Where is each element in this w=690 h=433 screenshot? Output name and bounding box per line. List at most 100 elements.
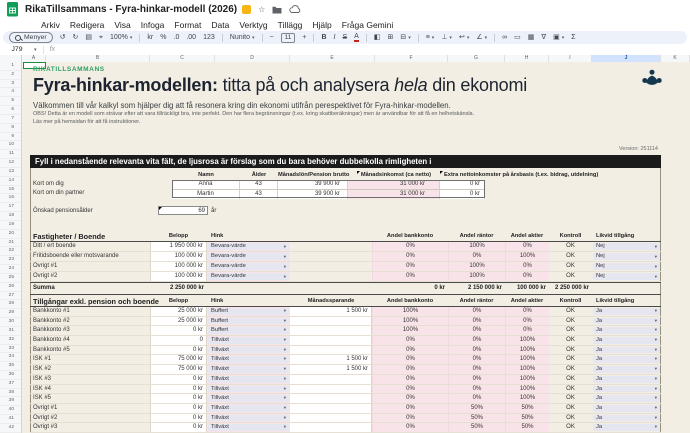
share-stocks-cell[interactable]: 100%: [505, 346, 549, 355]
share-stocks-cell[interactable]: 100%: [505, 365, 549, 374]
share-stocks-cell[interactable]: 50%: [505, 404, 549, 413]
bucket-dropdown[interactable]: Bevara-värde▾: [208, 253, 289, 260]
amount-cell[interactable]: 0 kr: [150, 326, 207, 335]
monthly-savings-cell[interactable]: [290, 404, 372, 413]
share-bank-cell[interactable]: 0%: [372, 252, 448, 261]
extra-income-cell[interactable]: 0 kr: [440, 189, 485, 199]
row-header-42[interactable]: 42: [0, 424, 21, 433]
bucket-dropdown[interactable]: Buffert▾: [208, 318, 289, 325]
bucket-dropdown[interactable]: Tillväxt▾: [208, 386, 289, 393]
bucket-dropdown[interactable]: Bevara-värde▾: [208, 263, 289, 270]
share-stocks-cell[interactable]: 100%: [505, 394, 549, 403]
name-cell[interactable]: Martin: [172, 189, 240, 199]
undo-icon[interactable]: ↺: [60, 34, 66, 41]
share-bank-cell[interactable]: 0%: [372, 346, 448, 355]
bucket-dropdown[interactable]: Tillväxt▾: [208, 376, 289, 383]
share-bank-cell[interactable]: 0%: [372, 242, 448, 251]
amount-cell[interactable]: 0 kr: [150, 404, 207, 413]
share-bank-cell[interactable]: 100%: [372, 307, 448, 316]
menu-data[interactable]: Data: [206, 20, 234, 30]
bold-icon[interactable]: B: [321, 34, 326, 41]
row-header-31[interactable]: 31: [0, 327, 21, 336]
bucket-dropdown[interactable]: Bevara-värde▾: [208, 273, 289, 280]
column-header-D[interactable]: D: [215, 55, 290, 62]
column-header-E[interactable]: E: [290, 55, 375, 62]
document-title[interactable]: RikaTillsammans - Fyra-hinkar-modell (20…: [25, 4, 237, 15]
share-bonds-cell[interactable]: 0%: [448, 252, 505, 261]
row-header-29[interactable]: 29: [0, 309, 21, 318]
bucket-dropdown[interactable]: Tillväxt▾: [208, 347, 289, 354]
amount-cell[interactable]: 0 kr: [150, 414, 207, 423]
row-header-32[interactable]: 32: [0, 336, 21, 345]
share-bank-cell[interactable]: 0%: [372, 404, 448, 413]
amount-cell[interactable]: 75 000 kr: [150, 365, 207, 374]
share-bank-cell[interactable]: 0%: [372, 272, 448, 281]
decrease-font-size-icon[interactable]: −: [270, 34, 274, 41]
share-bonds-cell[interactable]: 0%: [448, 394, 505, 403]
monthly-savings-cell[interactable]: 1 500 kr: [290, 355, 372, 364]
amount-cell[interactable]: 0 kr: [150, 346, 207, 355]
monthly-savings-cell[interactable]: 1 500 kr: [290, 365, 372, 374]
filter-views-dropdown[interactable]: ▣▾: [553, 34, 564, 41]
row-header-12[interactable]: 12: [0, 159, 21, 168]
share-stocks-cell[interactable]: 0%: [505, 262, 549, 271]
increase-decimals-icon[interactable]: .00: [186, 34, 196, 41]
share-bank-cell[interactable]: 100%: [372, 317, 448, 326]
amount-cell[interactable]: 0 kr: [150, 423, 207, 432]
column-header-J[interactable]: J: [592, 55, 661, 62]
amount-cell[interactable]: 0 kr: [150, 394, 207, 403]
bucket-dropdown[interactable]: Bevara-värde▾: [208, 243, 289, 250]
share-bonds-cell[interactable]: 0%: [448, 326, 505, 335]
liquid-asset-dropdown[interactable]: Ja▾: [593, 405, 660, 412]
column-header-C[interactable]: C: [150, 55, 215, 62]
row-header-14[interactable]: 14: [0, 177, 21, 186]
row-header-9[interactable]: 9: [0, 133, 21, 142]
select-all-corner[interactable]: [0, 55, 22, 62]
row-header-8[interactable]: 8: [0, 124, 21, 133]
share-bonds-cell[interactable]: 50%: [448, 414, 505, 423]
move-folder-icon[interactable]: [272, 6, 282, 14]
liquid-asset-dropdown[interactable]: Ja▾: [593, 395, 660, 402]
row-header-3[interactable]: 3: [0, 80, 21, 89]
monthly-savings-cell[interactable]: [290, 375, 372, 384]
row-header-16[interactable]: 16: [0, 194, 21, 203]
share-bonds-cell[interactable]: 0%: [448, 307, 505, 316]
liquid-asset-dropdown[interactable]: Ja▾: [593, 424, 660, 431]
bucket-dropdown[interactable]: Tillväxt▾: [208, 395, 289, 402]
row-header-33[interactable]: 33: [0, 345, 21, 354]
row-header-38[interactable]: 38: [0, 389, 21, 398]
row-header-40[interactable]: 40: [0, 406, 21, 415]
share-bank-cell[interactable]: 0%: [372, 394, 448, 403]
share-bank-cell[interactable]: 0%: [372, 414, 448, 423]
row-header-5[interactable]: 5: [0, 97, 21, 106]
gross-salary-cell[interactable]: 39 900 kr: [278, 180, 348, 189]
share-stocks-cell[interactable]: 0%: [505, 326, 549, 335]
zoom-dropdown[interactable]: 100%▾: [110, 34, 132, 41]
share-stocks-cell[interactable]: 0%: [505, 317, 549, 326]
liquid-asset-dropdown[interactable]: Ja▾: [593, 327, 660, 334]
row-header-39[interactable]: 39: [0, 397, 21, 406]
increase-font-size-icon[interactable]: +: [302, 34, 306, 41]
share-stocks-cell[interactable]: 100%: [505, 375, 549, 384]
bucket-dropdown[interactable]: Tillväxt▾: [208, 366, 289, 373]
menu-infoga[interactable]: Infoga: [136, 20, 170, 30]
merge-cells-dropdown[interactable]: ⊟▾: [400, 34, 410, 41]
row-header-20[interactable]: 20: [0, 230, 21, 239]
share-bonds-cell[interactable]: 100%: [448, 272, 505, 281]
column-header-G[interactable]: G: [448, 55, 505, 62]
italic-icon[interactable]: I: [334, 34, 336, 41]
paint-format-icon[interactable]: ⌖: [99, 34, 103, 41]
liquid-asset-dropdown[interactable]: Ja▾: [593, 415, 660, 422]
text-wrapping-dropdown[interactable]: ↩▾: [459, 34, 469, 41]
monthly-savings-cell[interactable]: [290, 346, 372, 355]
insert-link-icon[interactable]: ∞: [502, 34, 507, 41]
menu-till-gg[interactable]: Tillägg: [273, 20, 308, 30]
amount-cell[interactable]: 25 000 kr: [150, 317, 207, 326]
row-header-1[interactable]: 1: [0, 62, 21, 71]
insert-comment-icon[interactable]: ▭: [514, 34, 521, 41]
share-stocks-cell[interactable]: 100%: [505, 252, 549, 261]
bucket-dropdown[interactable]: Tillväxt▾: [208, 415, 289, 422]
row-header-13[interactable]: 13: [0, 168, 21, 177]
menu-format[interactable]: Format: [169, 20, 206, 30]
bucket-dropdown[interactable]: Tillväxt▾: [208, 356, 289, 363]
